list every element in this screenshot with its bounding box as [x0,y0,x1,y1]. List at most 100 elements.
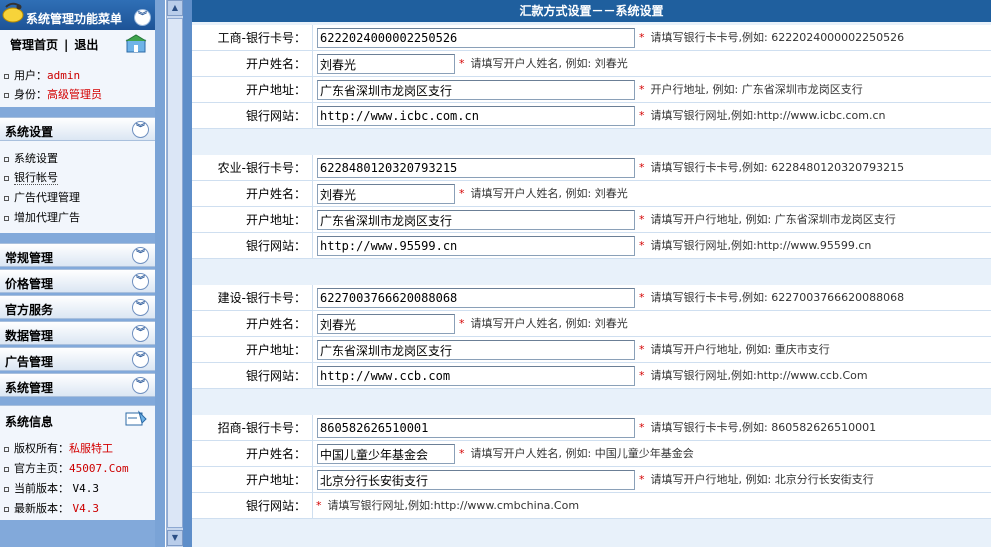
section-label: 系统设置 [5,125,54,139]
required-star: * [459,57,465,70]
scroll-thumb[interactable] [167,18,183,528]
frame-divider[interactable] [183,0,192,547]
bank-address-label: 开户地址： [245,473,306,487]
section-general[interactable]: 常规管理 ︾ [0,243,155,267]
bank-address-hint: * 请填写开户行地址, 例如: 广东省深圳市龙岗区支行 [639,207,896,233]
collapse-icon[interactable]: ︾ [132,273,149,290]
menu-item-label: 系统设置 [14,152,58,165]
scroll-down-icon[interactable]: ▼ [167,530,183,546]
account-name-input[interactable] [317,54,455,74]
section-data[interactable]: 数据管理 ︾ [0,321,155,345]
required-star: * [459,187,465,200]
info-label: 最新版本： [14,502,69,515]
menu-item-label: 广告代理管理 [14,191,80,204]
form-row-card-number: 农业-银行卡号： * 请填写银行卡卡号,例如: 622848012032079321… [192,155,991,181]
hint-text: 请填写开户行地址, 例如: 重庆市支行 [650,343,830,356]
form-row-bank-address: 开户地址： * 请填写开户行地址, 例如: 广东省深圳市龙岗区支行 [192,207,991,233]
bank-address-label: 开户地址： [245,83,306,97]
menu-item-system-settings[interactable]: 系统设置 [4,150,58,166]
section-system-settings[interactable]: 系统设置 ︾ [0,117,155,141]
required-star: * [639,213,645,226]
bank-website-label: 银行网站： [245,499,306,513]
menu-item-ad-agent[interactable]: 广告代理管理 [4,189,80,205]
bank-website-label: 银行网站： [245,109,306,123]
bullet-icon [4,446,9,452]
section-label: 常规管理 [5,251,54,265]
section-price[interactable]: 价格管理 ︾ [0,269,155,293]
form-row-card-number: 招商-银行卡号： * 请填写银行卡卡号,例如: 860582626510001 [192,415,991,441]
hint-text: 请填写开户人姓名, 例如: 刘春光 [470,187,628,200]
account-name-label: 开户姓名： [245,447,306,461]
card-number-label: 农业-银行卡号： [217,161,306,175]
homepage-link[interactable]: 45007.Com [69,462,129,475]
bullet-icon [4,215,9,221]
collapse-icon[interactable]: ︾ [132,351,149,368]
menu-item-label: 银行帐号 [14,171,58,185]
form-row-card-number: 工商-银行卡号： * 请填写银行卡卡号,例如: 622202400000225052… [192,25,991,51]
bullet-icon [4,486,9,492]
info-icon [125,410,147,426]
account-name-hint: * 请填写开户人姓名, 例如: 中国儿童少年基金会 [459,441,694,467]
section-official[interactable]: 官方服务 ︾ [0,295,155,319]
scroll-up-icon[interactable]: ▲ [167,0,183,16]
required-star: * [639,109,645,122]
account-name-input[interactable] [317,444,455,464]
card-number-label: 建设-银行卡号： [217,291,306,305]
hint-text: 请填写银行卡卡号,例如: 860582626510001 [650,421,877,434]
info-label: 版权所有： [14,442,69,455]
menu-item-bank-account[interactable]: 银行帐号 [4,169,58,185]
hint-text: 请填写银行网址,例如:http://www.95599.cn [650,239,872,252]
card-number-label: 招商-银行卡号： [217,421,306,435]
account-name-input[interactable] [317,314,455,334]
bank-address-input[interactable] [317,210,635,230]
card-number-hint: * 请填写银行卡卡号,例如: 6222024000002250526 [639,25,904,51]
bank-website-input[interactable] [317,366,635,386]
required-star: * [316,499,322,512]
sidebar-scrollbar[interactable]: ▲ ▼ [166,0,183,547]
bank-website-hint: * 请填写银行网址,例如:http://www.icbc.com.cn [639,103,886,129]
bank-address-hint: * 开户行地址, 例如: 广东省深圳市龙岗区支行 [639,77,863,103]
bullet-icon [4,175,9,181]
quick-links: 管理首页 | 退出 [10,36,98,53]
home-link[interactable]: 管理首页 [10,38,58,52]
form-row-bank-website: 银行网站： * 请填写银行网址,例如:http://www.cmbchina.Com [192,493,991,519]
bank-address-hint: * 请填写开户行地址, 例如: 北京分行长安街支行 [639,467,874,493]
menu-item-add-ad[interactable]: 增加代理广告 [4,209,80,225]
bank-website-input[interactable] [317,236,635,256]
required-star: * [639,421,645,434]
collapse-icon[interactable]: ︾ [132,325,149,342]
bank-website-hint: * 请填写银行网址,例如:http://www.ccb.Com [639,363,868,389]
bank-address-input[interactable] [317,340,635,360]
card-number-input[interactable] [317,418,635,438]
required-star: * [639,161,645,174]
info-label: 当前版本： [14,482,69,495]
page-title: 汇款方式设置－－系统设置 [192,0,991,22]
bank-address-input[interactable] [317,470,635,490]
menu-title: 系统管理功能菜单 [26,12,123,26]
collapse-icon[interactable]: ︾ [132,121,149,138]
required-star: * [639,369,645,382]
collapse-icon[interactable]: ︾ [132,299,149,316]
bank-address-label: 开户地址： [245,213,306,227]
bank-address-input[interactable] [317,80,635,100]
section-system-admin[interactable]: 系统管理 ︾ [0,373,155,397]
bullet-icon [4,195,9,201]
card-number-input[interactable] [317,28,635,48]
card-number-input[interactable] [317,288,635,308]
sysinfo-panel: 系统信息 版权所有：私服特工 官方主页：45007.Com 当前版本： V4.3… [0,405,155,520]
form-row-bank-address: 开户地址： * 请填写开户行地址, 例如: 重庆市支行 [192,337,991,363]
homepage-row: 官方主页：45007.Com [4,460,129,476]
collapse-menu-icon[interactable]: ︾ [134,9,151,26]
section-ads[interactable]: 广告管理 ︾ [0,347,155,371]
collapse-icon[interactable]: ︾ [132,377,149,394]
card-number-input[interactable] [317,158,635,178]
bullet-icon [4,156,9,162]
card-number-hint: * 请填写银行卡卡号,例如: 860582626510001 [639,415,876,441]
copyright-row: 版权所有：私服特工 [4,440,113,456]
hint-text: 请填写银行卡卡号,例如: 6228480120320793215 [650,161,905,174]
account-name-input[interactable] [317,184,455,204]
collapse-icon[interactable]: ︾ [132,247,149,264]
logout-link[interactable]: 退出 [74,38,98,52]
quick-panel: 管理首页 | 退出 用户：admin 身份：高级管理员 [0,30,155,107]
bank-website-input[interactable] [317,106,635,126]
